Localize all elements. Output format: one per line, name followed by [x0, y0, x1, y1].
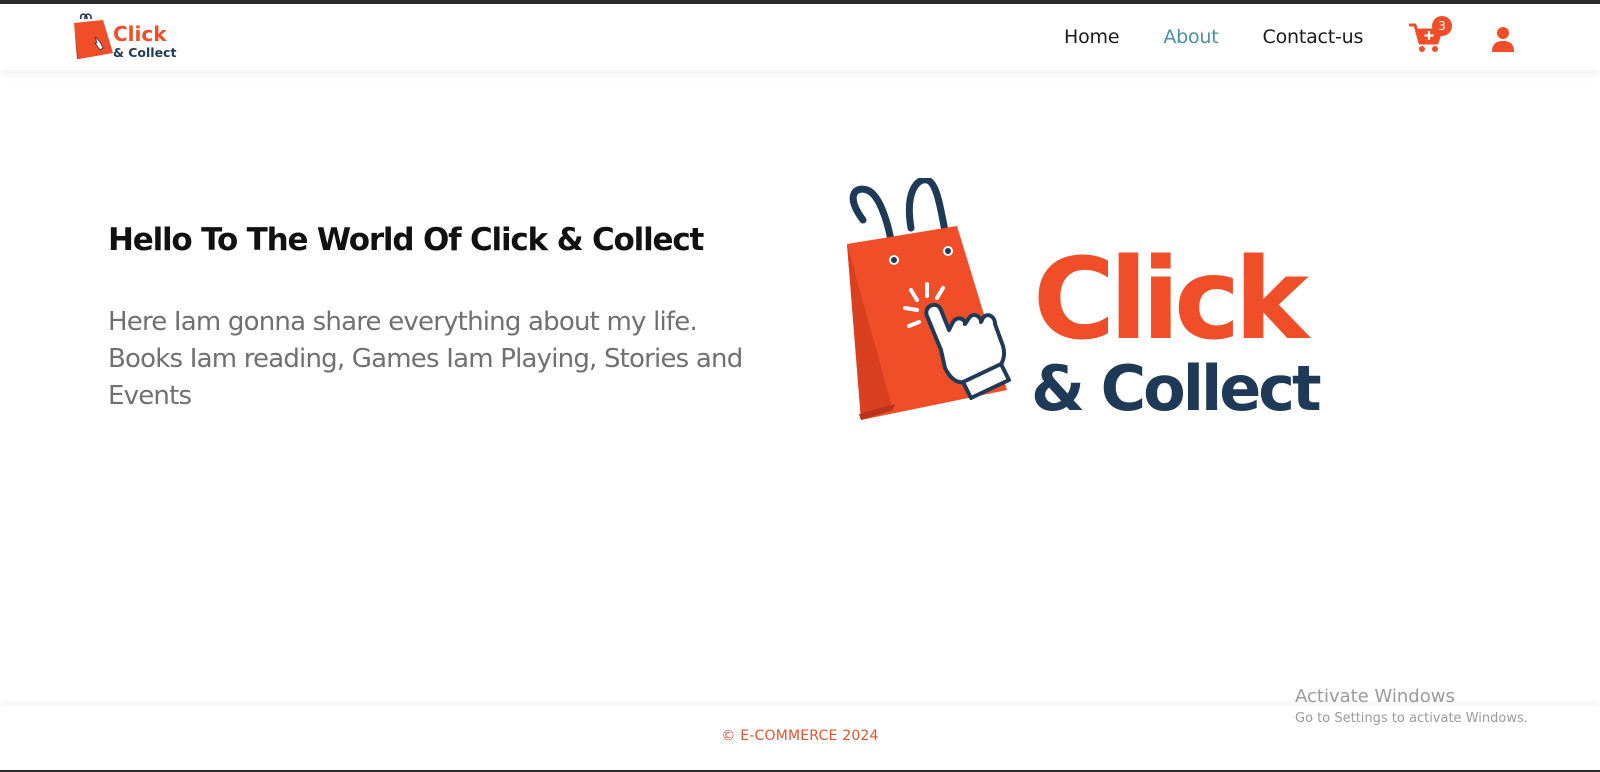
- user-profile-button[interactable]: [1491, 26, 1515, 52]
- activate-windows-watermark: Activate Windows Go to Settings to activ…: [1295, 686, 1528, 726]
- nav-link-home[interactable]: Home: [1064, 26, 1120, 48]
- cart-count-badge: 3: [1432, 16, 1452, 36]
- footer-copyright: © E-COMMERCE 2024: [721, 728, 879, 744]
- hero-logo-word1: Click: [1033, 235, 1311, 365]
- nav-link-contact-us[interactable]: Contact-us: [1263, 26, 1364, 48]
- brand-logo-word1: Click: [113, 22, 167, 46]
- activate-windows-subtitle: Go to Settings to activate Windows.: [1295, 711, 1528, 726]
- hero-description: Here Iam gonna share everything about my…: [108, 307, 743, 411]
- navbar: Click & Collect Home About Contact-us 3: [0, 4, 1600, 70]
- brand-logo: Click & Collect: [74, 13, 176, 60]
- user-icon: [1492, 27, 1514, 52]
- activate-windows-title: Activate Windows: [1295, 686, 1455, 707]
- nav-link-about[interactable]: About: [1163, 26, 1218, 48]
- hero-logo-word2: & Collect: [1031, 352, 1321, 425]
- brand-logo-word2: & Collect: [113, 45, 176, 60]
- nav-links: Home About Contact-us: [1064, 26, 1407, 48]
- hero-title: Hello To The World Of Click & Collect: [108, 222, 704, 258]
- hero-logo-image: Click & Collect: [847, 178, 1324, 425]
